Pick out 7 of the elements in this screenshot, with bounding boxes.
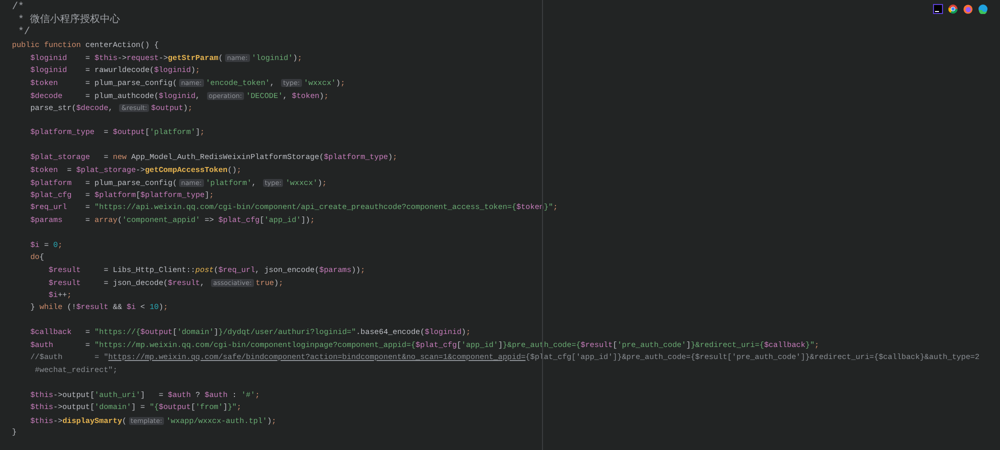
code-line: */ <box>17 27 30 40</box>
browser-swirl-icon[interactable] <box>978 4 988 14</box>
browser-ring-icon[interactable] <box>948 4 958 14</box>
browser-flame-icon[interactable] <box>963 4 973 14</box>
code-line: * 微信小程序授权中心 <box>17 14 120 26</box>
code-line: /* <box>12 2 24 14</box>
app-square-icon[interactable] <box>933 4 943 14</box>
